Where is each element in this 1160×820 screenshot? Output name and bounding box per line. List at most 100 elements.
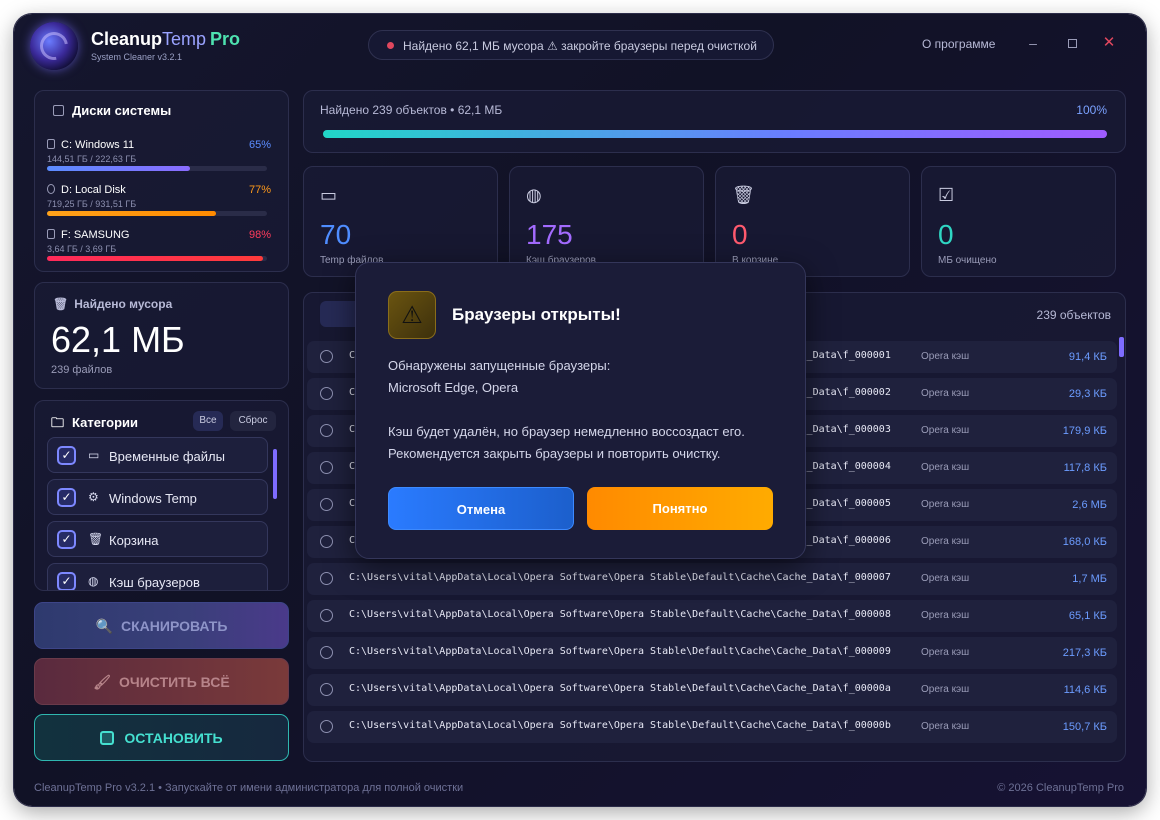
globe-icon <box>320 535 333 548</box>
maximize-button[interactable] <box>1061 32 1083 54</box>
disks-title-text: Диски системы <box>72 103 172 118</box>
reset-button[interactable]: Сброс <box>230 411 276 431</box>
dialog-cancel-button[interactable]: Отмена <box>388 487 574 530</box>
junk-summary-panel: 🗑 Найдено мусора 62,1 МБ 239 файлов <box>34 282 289 389</box>
file-type: Opera кэш <box>921 351 970 362</box>
disk-usage-fill <box>47 211 217 216</box>
stat-value: 70 <box>320 219 352 250</box>
disk-name: F: SAMSUNG <box>47 229 129 241</box>
disk-name-text: D: Local Disk <box>61 184 126 196</box>
file-row[interactable]: C:\Users\vital\AppData\Local\Opera Softw… <box>307 563 1117 595</box>
app-name-part2: Temp <box>162 29 207 49</box>
checkbox-checked-icon[interactable]: ✓ <box>57 488 76 507</box>
app-name: CleanupTemp Pro <box>91 29 240 50</box>
trash-icon: 🗑 <box>88 532 104 546</box>
maximize-icon <box>1067 39 1077 48</box>
file-row[interactable]: C:\Users\vital\AppData\Local\Opera Softw… <box>307 600 1117 632</box>
globe-icon <box>320 461 333 474</box>
category-item-temp-files[interactable]: ✓ ▭ Временные файлы <box>47 437 268 473</box>
disk-name-text: C: Windows 11 <box>61 139 135 151</box>
file-size: 65,1 КБ <box>1068 610 1107 622</box>
disks-panel: Диски системы C: Windows 11 65% 144,51 Г… <box>34 90 289 272</box>
scan-progress-panel: Найдено 239 объектов • 62,1 МБ 100% <box>303 90 1126 153</box>
disk-usage-bar <box>47 256 267 261</box>
file-size: 217,3 КБ <box>1062 647 1107 659</box>
clean-all-button[interactable]: 🖌 ОЧИСТИТЬ ВСЁ <box>34 658 289 705</box>
file-size: 117,8 КБ <box>1063 462 1107 474</box>
calendar-icon: ▭ <box>320 185 338 205</box>
dialog-text-line1: Обнаружены запущенные браузеры: <box>388 358 611 373</box>
file-path: C:\Users\vital\AppData\Local\Opera Softw… <box>349 720 891 731</box>
file-type: Opera кэш <box>921 647 970 658</box>
about-link[interactable]: О программе <box>922 37 995 51</box>
dialog-ok-button[interactable]: Понятно <box>587 487 773 530</box>
disk-size: 144,51 ГБ / 222,63 ГБ <box>47 154 137 164</box>
file-row[interactable]: C:\Users\vital\AppData\Local\Opera Softw… <box>307 637 1117 669</box>
categories-panel: 🗀 Категории Все Сброс ✓ ▭ Временные файлы… <box>34 400 289 591</box>
disk-name: D: Local Disk <box>47 184 126 196</box>
category-item-windows-temp[interactable]: ✓ ⚙ Windows Temp <box>47 479 268 515</box>
disk-percent: 98% <box>248 229 271 241</box>
app-logo-icon <box>30 22 78 70</box>
progress-bar <box>323 130 1107 138</box>
progress-label: Найдено 239 объектов • 62,1 МБ <box>320 103 503 117</box>
scan-button-label: СКАНИРОВАТЬ <box>121 618 228 634</box>
file-path: C:\Users\vital\AppData\Local\Opera Softw… <box>349 572 891 583</box>
file-row[interactable]: C:\Users\vital\AppData\Local\Opera Softw… <box>307 711 1117 743</box>
trash-icon: 🗑 <box>732 185 755 205</box>
footer-copyright: © 2026 CleanupTemp Pro <box>997 782 1124 794</box>
app-name-part3: Pro <box>210 29 241 49</box>
status-banner: Найдено 62,1 МБ мусора ⚠ закройте браузе… <box>368 30 774 60</box>
file-type: Opera кэш <box>921 684 970 695</box>
file-size: 1,7 МБ <box>1072 573 1107 585</box>
disk-icon <box>47 184 55 194</box>
file-type: Opera кэш <box>921 721 970 732</box>
stat-label: МБ очищено <box>938 255 997 266</box>
close-button[interactable]: ✕ <box>1098 32 1120 54</box>
category-item-browser-cache[interactable]: ✓ ◍ Кэш браузеров <box>47 563 268 590</box>
disk-usage-bar <box>47 211 267 216</box>
checkbox-checked-icon[interactable]: ✓ <box>57 530 76 549</box>
minimize-button[interactable]: – <box>1022 32 1044 54</box>
footer-hint: CleanupTemp Pro v3.2.1 • Запускайте от и… <box>34 782 464 794</box>
files-scrollbar[interactable] <box>1119 337 1124 357</box>
dialog-text-line3: Кэш будет удалён, но браузер немедленно … <box>388 424 745 439</box>
checkbox-checked-icon[interactable]: ✓ <box>57 572 76 590</box>
category-label: Корзина <box>109 533 159 548</box>
disk-size: 719,25 ГБ / 931,51 ГБ <box>47 199 137 209</box>
app-window: CleanupTemp Pro System Cleaner v3.2.1 Най… <box>14 14 1146 806</box>
file-row[interactable]: C:\Users\vital\AppData\Local\Opera Softw… <box>307 674 1117 706</box>
category-label: Windows Temp <box>109 491 197 506</box>
globe-icon <box>320 424 333 437</box>
disk-percent: 77% <box>248 184 271 196</box>
app-name-part1: Cleanup <box>91 29 163 49</box>
file-type: Opera кэш <box>921 499 970 510</box>
select-all-button[interactable]: Все <box>193 411 223 431</box>
files-count: 239 объектов <box>1036 308 1111 322</box>
categories-scrollbar[interactable] <box>273 449 277 499</box>
file-size: 179,9 КБ <box>1062 425 1107 437</box>
stop-icon <box>100 731 115 745</box>
category-item-recycle-bin[interactable]: ✓ 🗑 Корзина <box>47 521 268 557</box>
stat-card-browser-cache: ◍ 175 Кэш браузеров <box>509 166 704 277</box>
globe-icon <box>320 720 333 733</box>
disk-percent: 65% <box>248 139 271 151</box>
status-dot-icon <box>387 42 394 49</box>
category-label: Кэш браузеров <box>109 575 200 590</box>
disk-header-icon <box>53 105 64 116</box>
stop-button[interactable]: ОСТАНОВИТЬ <box>34 714 289 761</box>
file-type: Opera кэш <box>921 536 970 547</box>
globe-icon <box>320 572 333 585</box>
file-type: Opera кэш <box>921 573 970 584</box>
checkbox-icon: ☑ <box>938 185 955 205</box>
brush-icon: 🖌 <box>93 674 112 690</box>
checkbox-checked-icon[interactable]: ✓ <box>57 446 76 465</box>
stat-card-recycle: 🗑 0 В корзине <box>715 166 910 277</box>
stat-value: 0 <box>938 219 954 250</box>
stop-button-label: ОСТАНОВИТЬ <box>124 730 223 746</box>
disk-usage-fill <box>47 166 190 171</box>
search-icon: 🔍 <box>95 618 113 634</box>
file-type: Opera кэш <box>921 425 970 436</box>
scan-button[interactable]: 🔍 СКАНИРОВАТЬ <box>34 602 289 649</box>
globe-icon <box>320 646 333 659</box>
